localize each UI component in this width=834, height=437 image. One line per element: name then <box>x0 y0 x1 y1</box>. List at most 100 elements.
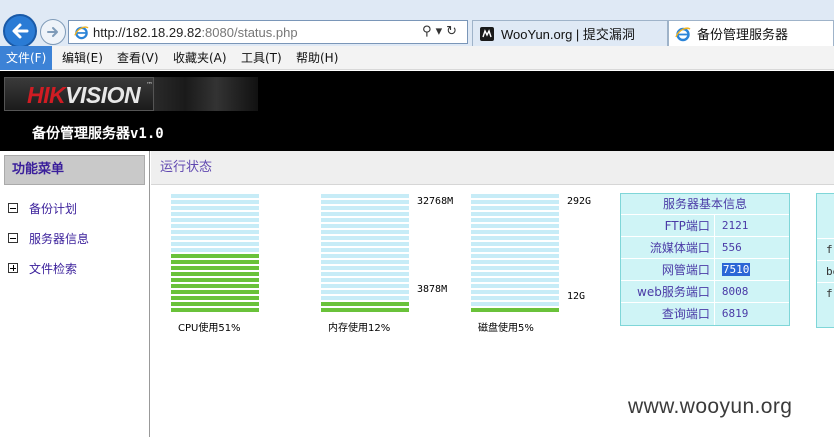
gauge-bar-free <box>321 278 409 282</box>
collapse-icon[interactable] <box>8 203 18 213</box>
section-title: 运行状态 <box>151 151 834 185</box>
mgmt-port-label: 网管端口 <box>621 259 715 280</box>
gauge-bar-free <box>471 290 559 294</box>
gauge-bar-free <box>471 212 559 216</box>
logo-banner <box>154 77 258 111</box>
table-row: 流媒体端口 556 <box>621 237 789 259</box>
gauge-bar-used <box>171 278 259 282</box>
gauge-bar-free <box>321 272 409 276</box>
memory-used-label: 3878M <box>417 284 448 295</box>
tab-backup-server[interactable]: 备份管理服务器 <box>668 20 834 46</box>
gauge-bar-free <box>171 218 259 222</box>
tab-wooyun[interactable]: WooYun.org | 提交漏洞 <box>472 20 668 46</box>
gauge-bar-free <box>471 302 559 306</box>
memory-usage-label: 内存使用12% <box>328 323 391 334</box>
gauge-bar-free <box>321 242 409 246</box>
table-cell: f: <box>817 238 834 260</box>
refresh-icon[interactable]: ↻ <box>446 24 461 39</box>
table-row: 网管端口 7510 <box>621 259 789 281</box>
gauge-bar-free <box>321 296 409 300</box>
gauge-bar-free <box>471 284 559 288</box>
table-row: FTP端口 2121 <box>621 215 789 237</box>
sidebar-item-backup-plan[interactable]: 备份计划 <box>8 199 77 217</box>
collapse-icon[interactable] <box>8 233 18 243</box>
gauge-bar-used <box>171 272 259 276</box>
tab-label: WooYun.org | 提交漏洞 <box>501 27 635 42</box>
gauge-bar-free <box>171 194 259 198</box>
gauge-bar-used <box>471 308 559 312</box>
gauge-bar-free <box>321 206 409 210</box>
gauge-bar-used <box>321 308 409 312</box>
sidebar-title: 功能菜单 <box>4 155 145 185</box>
ftp-port-label: FTP端口 <box>621 215 715 236</box>
second-info-table: f: be f: <box>816 193 834 328</box>
gauge-bar-free <box>471 224 559 228</box>
gauge-bar-free <box>171 200 259 204</box>
menu-file[interactable]: 文件(F) <box>0 46 53 70</box>
menu-help[interactable]: 帮助(H) <box>290 46 344 70</box>
gauge-bar-used <box>171 302 259 306</box>
gauge-bar-free <box>471 248 559 252</box>
browser-toolbar: http://182.18.29.82:8080/status.php ⚲▾↻ … <box>0 0 834 48</box>
gauge-bar-free <box>471 242 559 246</box>
gauge-bar-free <box>321 212 409 216</box>
menu-edit[interactable]: 编辑(E) <box>56 46 109 70</box>
watermark: www.wooyun.org <box>628 395 793 418</box>
browser-window: http://182.18.29.82:8080/status.php ⚲▾↻ … <box>0 0 834 437</box>
query-port-value: 6819 <box>721 307 749 320</box>
server-info-title: 服务器基本信息 <box>621 194 789 215</box>
gauge-bar-free <box>321 236 409 240</box>
gauge-bar-free <box>321 254 409 258</box>
search-icon[interactable]: ⚲ <box>422 24 436 39</box>
arrow-left-icon <box>12 23 29 39</box>
table-cell: f: <box>817 282 834 304</box>
query-port-label: 查询端口 <box>621 303 715 325</box>
dropdown-icon[interactable]: ▾ <box>436 24 447 39</box>
gauge-bar-free <box>471 230 559 234</box>
disk-usage-label: 磁盘使用5% <box>478 323 534 334</box>
gauge-bar-free <box>471 296 559 300</box>
gauge-bar-free <box>171 242 259 246</box>
gauge-bar-free <box>321 290 409 294</box>
disk-usage-gauge <box>471 194 559 314</box>
gauge-bar-free <box>471 272 559 276</box>
disk-used-label: 12G <box>567 291 586 302</box>
table-row: 查询端口 6819 <box>621 303 789 325</box>
table-cell: be <box>817 260 834 282</box>
gauge-bar-free <box>171 230 259 234</box>
sidebar-item-file-search[interactable]: 文件检索 <box>8 259 77 277</box>
gauge-bar-free <box>171 206 259 210</box>
ie-icon <box>74 26 89 40</box>
arrow-right-icon <box>47 27 58 37</box>
forward-button[interactable] <box>40 19 66 45</box>
sidebar-item-label: 备份计划 <box>29 201 78 216</box>
cpu-usage-label: CPU使用51% <box>178 323 241 334</box>
sidebar-item-label: 服务器信息 <box>29 231 90 246</box>
sidebar-item-label: 文件检索 <box>29 261 78 276</box>
gauge-bar-used <box>171 266 259 270</box>
cpu-usage-gauge <box>171 194 259 314</box>
gauge-bar-free <box>171 248 259 252</box>
gauge-bar-free <box>321 260 409 264</box>
tab-label: 备份管理服务器 <box>697 27 789 42</box>
gauge-bar-free <box>471 278 559 282</box>
memory-usage-gauge <box>321 194 409 314</box>
selected-text: 7510 <box>721 263 751 276</box>
address-bar[interactable]: http://182.18.29.82:8080/status.php ⚲▾↻ <box>68 20 468 44</box>
memory-total-label: 32768M <box>417 196 454 207</box>
sidebar: 功能菜单 备份计划 服务器信息 文件检索 <box>0 151 150 437</box>
menu-tools[interactable]: 工具(T) <box>235 46 288 70</box>
gauge-bar-used <box>171 260 259 264</box>
gauge-bar-free <box>171 212 259 216</box>
back-button[interactable] <box>3 14 37 48</box>
gauge-bar-used <box>171 254 259 258</box>
gauge-bar-free <box>321 230 409 234</box>
menu-favorites[interactable]: 收藏夹(A) <box>167 46 233 70</box>
expand-icon[interactable] <box>8 263 18 273</box>
sidebar-item-server-info[interactable]: 服务器信息 <box>8 229 89 247</box>
gauge-bar-free <box>321 224 409 228</box>
gauge-bar-used <box>321 302 409 306</box>
gauge-bar-free <box>471 254 559 258</box>
menu-view[interactable]: 查看(V) <box>111 46 165 70</box>
gauge-bar-free <box>171 224 259 228</box>
